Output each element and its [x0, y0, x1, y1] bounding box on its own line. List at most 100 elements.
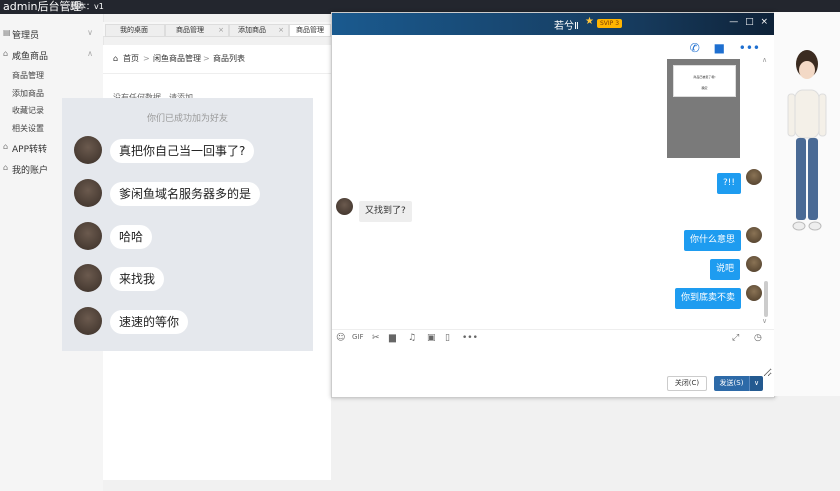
avatar[interactable] [74, 307, 102, 335]
card-button-text: 确定 [701, 86, 708, 90]
more-icon[interactable]: ••• [739, 41, 760, 55]
scissors-icon[interactable]: ✂ [372, 333, 380, 343]
image-message[interactable]: 商品已被卖了哦! 确定 [667, 59, 740, 158]
app-version: 版本：v1 [70, 2, 104, 11]
avatar[interactable] [74, 264, 102, 292]
message-bubble: 爹闲鱼域名服务器多的是 [110, 182, 261, 206]
tab-desktop[interactable]: 我的桌面 [105, 24, 165, 37]
friend-chat-panel: 你们已成功加为好友 真把你自己当一回事了? 爹闲鱼域名服务器多的是 哈哈 来找我… [62, 98, 313, 351]
character-sweater [794, 89, 820, 139]
message-bubble: 真把你自己当一回事了? [110, 139, 255, 163]
close-icon[interactable]: × [278, 25, 284, 36]
contact-showcase-panel [774, 12, 840, 396]
message-input[interactable] [336, 343, 772, 377]
star-icon: ★ [585, 16, 594, 27]
tab-label: 商品管理 [296, 26, 324, 34]
breadcrumb-level1[interactable]: 闲鱼商品管理 [153, 45, 201, 73]
gif-icon[interactable]: GIF [352, 333, 364, 341]
close-button[interactable]: 关闭(C) [667, 376, 707, 391]
breadcrumb: ⌂ 首页 > 闲鱼商品管理 > 商品列表 [103, 45, 331, 74]
minimize-icon[interactable]: — [729, 17, 738, 27]
list-icon: ▤ [3, 28, 11, 37]
friend-added-hint: 你们已成功加为好友 [146, 114, 228, 124]
sidebar-item-label: APP转转 [12, 145, 48, 155]
sidebar-item-label: 咸鱼商品 [12, 52, 49, 62]
message-bubble-sent: 你到底卖不卖 [675, 288, 742, 309]
chevron-up-icon: ∧ [87, 49, 93, 58]
maximize-icon[interactable]: □ [745, 17, 754, 27]
screenshot-card: 商品已被卖了哦! 确定 [673, 65, 736, 97]
sidebar-item-label: 管理员 [12, 31, 40, 41]
card-text: 商品已被卖了哦! [693, 75, 716, 79]
avatar[interactable] [74, 136, 102, 164]
character-shoe [792, 221, 806, 231]
contact-name: 若兮Ⅱ [554, 21, 579, 32]
bag-icon: ⌂ [3, 49, 9, 58]
tab-label: 添加商品 [238, 26, 266, 34]
breadcrumb-home[interactable]: 首页 [123, 45, 139, 73]
avatar[interactable] [746, 169, 762, 185]
folder-icon[interactable]: ▆ [389, 333, 396, 343]
close-icon[interactable]: × [760, 17, 768, 27]
breadcrumb-separator: > [203, 54, 210, 63]
message-bubble: 来找我 [110, 267, 165, 291]
user-icon: ⌂ [3, 163, 9, 172]
tab-goods-manage[interactable]: 商品管理 × [165, 24, 229, 37]
chat-header[interactable]: 若兮Ⅱ ★ SVIP 3 — □ × [332, 13, 774, 35]
breadcrumb-level2: 商品列表 [213, 54, 245, 63]
home-icon: ⌂ [113, 54, 119, 63]
avatar[interactable] [74, 179, 102, 207]
character-leg [796, 138, 806, 220]
chat-window: 若兮Ⅱ ★ SVIP 3 — □ × ✆ ■ ••• ∧ ∨ 商品已被卖了哦! … [331, 12, 775, 398]
sidebar-sub-item-settings[interactable]: 相关设置 [12, 123, 44, 134]
message-bubble: 哈哈 [110, 225, 153, 249]
music-icon[interactable]: ♫ [408, 333, 416, 343]
message-bubble-sent: ?!! [717, 173, 741, 194]
message-bubble-received: 又找到了? [359, 201, 412, 222]
character-leg [808, 138, 818, 220]
emoji-icon[interactable]: ☺ [336, 333, 345, 343]
character-arm [818, 93, 827, 137]
sidebar-sub-item-goods-manage[interactable]: 商品管理 [12, 70, 44, 81]
character-figure [787, 50, 827, 231]
video-call-icon[interactable]: ■ [714, 41, 725, 55]
sidebar-item-label: 我的账户 [12, 166, 49, 176]
character-shoe [808, 221, 822, 231]
chat-tools: ✆ ■ ••• [680, 41, 760, 55]
avatar[interactable] [746, 227, 762, 243]
phone-screen-icon[interactable]: ▯ [445, 333, 450, 343]
more-icon[interactable]: ••• [462, 333, 478, 343]
vip-badge: SVIP 3 [597, 19, 623, 28]
tab-goods-manage-active[interactable]: 商品管理 [289, 24, 331, 37]
message-bubble-sent: 你什么意思 [684, 230, 742, 251]
avatar[interactable] [746, 256, 762, 272]
message-bubble-sent: 说吧 [710, 259, 741, 280]
tab-add-goods[interactable]: 添加商品 × [229, 24, 289, 37]
avatar[interactable] [336, 198, 353, 215]
sidebar-sub-item-add-goods[interactable]: 添加商品 [12, 88, 44, 99]
history-icon[interactable]: ◷ [754, 333, 762, 343]
close-icon[interactable]: × [218, 25, 224, 36]
message-bubble: 速速的等你 [110, 310, 189, 334]
scroll-up-icon[interactable]: ∧ [762, 56, 767, 64]
tab-label: 我的桌面 [120, 26, 148, 34]
scroll-down-icon[interactable]: ∨ [762, 317, 767, 325]
character-arm [787, 93, 796, 137]
phone-icon[interactable]: ✆ [690, 41, 700, 55]
image-icon[interactable]: ▣ [427, 333, 436, 343]
send-options-chevron-down-icon[interactable]: ∨ [749, 376, 763, 391]
app-icon: ⌂ [3, 142, 9, 151]
chat-toolbar: ☺ GIF ✂ ▆ ♫ ▣ ▯ ••• ⤢ ◷ [332, 329, 774, 343]
avatar[interactable] [746, 285, 762, 301]
breadcrumb-separator: > [143, 54, 150, 63]
window-controls: — □ × [729, 17, 768, 27]
character-face [799, 61, 815, 79]
expand-icon[interactable]: ⤢ [732, 333, 739, 343]
chevron-down-icon: ∨ [87, 28, 93, 37]
tab-bar: 我的桌面 商品管理 × 添加商品 × 商品管理 [103, 22, 331, 37]
sidebar-sub-item-favorites[interactable]: 收藏记录 [12, 105, 44, 116]
avatar[interactable] [74, 222, 102, 250]
tab-label: 商品管理 [176, 26, 204, 34]
scrollbar[interactable] [764, 281, 768, 317]
send-button[interactable]: 发送(S) [714, 376, 749, 391]
